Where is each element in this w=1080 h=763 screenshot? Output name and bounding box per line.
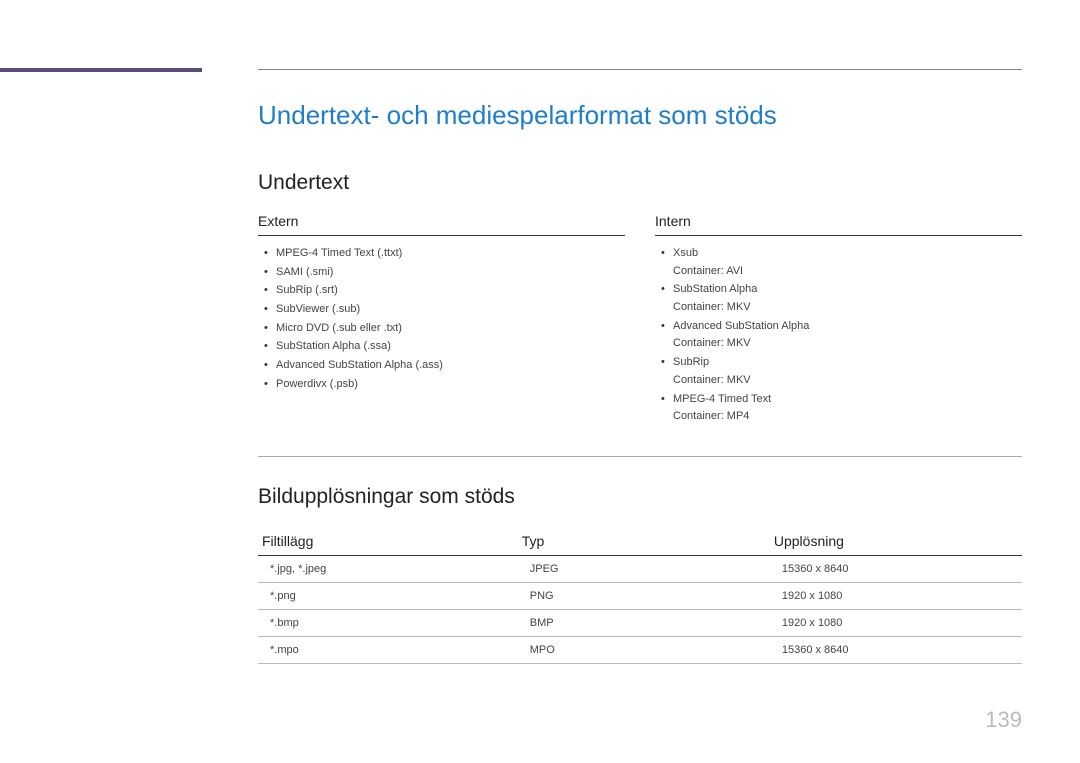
page-title: Undertext- och mediespelarformat som stö… xyxy=(258,100,1022,131)
intern-column: Intern XsubContainer: AVISubStation Alph… xyxy=(655,213,1022,426)
list-item: Powerdivx (.psb) xyxy=(258,375,625,394)
th-type: Typ xyxy=(518,527,770,556)
list-item: MPEG-4 Timed Text Container: MP4 xyxy=(655,390,1022,426)
table-header-row: Filtillägg Typ Upplösning xyxy=(258,527,1022,556)
th-res: Upplösning xyxy=(770,527,1022,556)
table-row: *.mpoMPO15360 x 8640 xyxy=(258,636,1022,663)
table-cell: MPO xyxy=(518,636,770,663)
list-item: SAMI (.smi) xyxy=(258,263,625,282)
intern-list: Xsub Container: AVI SubStation Alpha Contai… xyxy=(655,244,1022,426)
intern-name: SubRip xyxy=(673,356,709,368)
intern-name: SubStation Alpha xyxy=(673,283,757,295)
content-area: Undertext- och mediespelarformat som stö… xyxy=(258,100,1022,664)
resolutions-table: Filtillägg Typ Upplösning *.jpg, *.jpegJ… xyxy=(258,527,1022,664)
table-cell: *.mpo xyxy=(258,636,518,663)
extern-header: Extern xyxy=(258,213,625,236)
table-cell: 1920 x 1080 xyxy=(770,582,1022,609)
intern-name: Xsub xyxy=(673,247,698,259)
table-cell: 1920 x 1080 xyxy=(770,609,1022,636)
intern-container: Container: MKV xyxy=(673,334,1022,353)
table-cell: JPEG xyxy=(518,555,770,582)
intern-container: Container: MKV xyxy=(673,371,1022,390)
list-item: Xsub Container: AVI xyxy=(655,244,1022,280)
intern-header: Intern xyxy=(655,213,1022,236)
extern-list: MPEG-4 Timed Text (.ttxt)SAMI (.smi)SubR… xyxy=(258,244,625,394)
list-item: MPEG-4 Timed Text (.ttxt) xyxy=(258,244,625,263)
table-row: *.pngPNG1920 x 1080 xyxy=(258,582,1022,609)
table-row: *.jpg, *.jpegJPEG15360 x 8640 xyxy=(258,555,1022,582)
table-cell: *.jpg, *.jpeg xyxy=(258,555,518,582)
section-divider xyxy=(258,456,1022,457)
th-ext: Filtillägg xyxy=(258,527,518,556)
list-item: Micro DVD (.sub eller .txt) xyxy=(258,319,625,338)
intern-container: Container: AVI xyxy=(673,262,1022,281)
table-row: *.bmpBMP1920 x 1080 xyxy=(258,609,1022,636)
table-cell: *.png xyxy=(258,582,518,609)
intern-name: Advanced SubStation Alpha xyxy=(673,320,809,332)
subtitle-columns: Extern MPEG-4 Timed Text (.ttxt)SAMI (.s… xyxy=(258,213,1022,426)
table-cell: BMP xyxy=(518,609,770,636)
table-cell: *.bmp xyxy=(258,609,518,636)
section-undertext-title: Undertext xyxy=(258,171,1022,195)
table-cell: 15360 x 8640 xyxy=(770,555,1022,582)
list-item: Advanced SubStation Alpha (.ass) xyxy=(258,356,625,375)
intern-name: MPEG-4 Timed Text xyxy=(673,393,771,405)
accent-bar xyxy=(0,68,202,72)
list-item: SubStation Alpha (.ssa) xyxy=(258,337,625,356)
top-rule xyxy=(258,69,1022,70)
section-resolutions-title: Bildupplösningar som stöds xyxy=(258,485,1022,509)
list-item: SubViewer (.sub) xyxy=(258,300,625,319)
list-item: SubRip (.srt) xyxy=(258,281,625,300)
extern-column: Extern MPEG-4 Timed Text (.ttxt)SAMI (.s… xyxy=(258,213,625,426)
list-item: Advanced SubStation Alpha Container: MKV xyxy=(655,317,1022,353)
intern-container: Container: MP4 xyxy=(673,407,1022,426)
table-cell: PNG xyxy=(518,582,770,609)
page-number: 139 xyxy=(985,707,1022,733)
list-item: SubStation Alpha Container: MKV xyxy=(655,280,1022,316)
table-cell: 15360 x 8640 xyxy=(770,636,1022,663)
list-item: SubRip Container: MKV xyxy=(655,353,1022,389)
intern-container: Container: MKV xyxy=(673,298,1022,317)
